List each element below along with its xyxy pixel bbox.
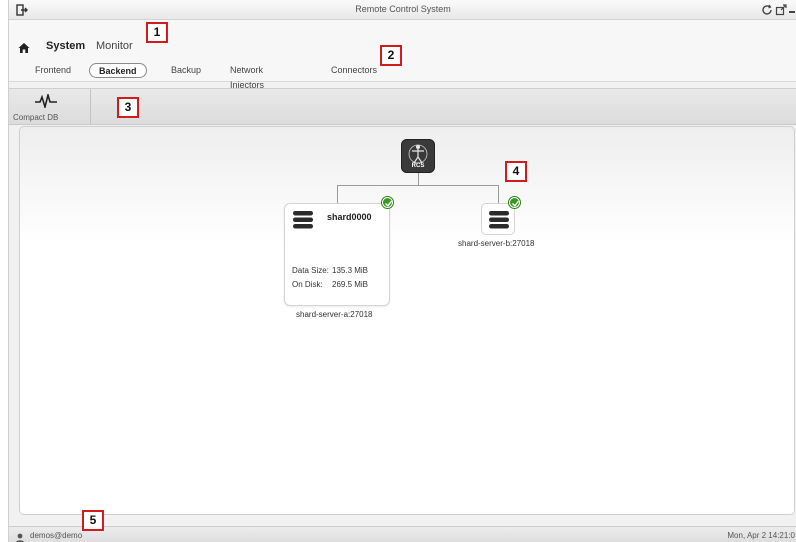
nav-system[interactable]: System	[46, 40, 85, 52]
connector-line	[498, 185, 499, 203]
window-title: Remote Control System	[355, 4, 451, 14]
user-icon	[15, 530, 25, 542]
tab-network-injectors[interactable]: Network Injectors	[230, 63, 264, 90]
on-disk-row: On Disk: 269.5 MiB	[292, 280, 368, 289]
connector-line	[337, 185, 499, 186]
callout-2: 2	[380, 45, 402, 66]
tab-backend[interactable]: Backend	[89, 63, 147, 78]
connector-line	[337, 185, 338, 203]
on-disk-value: 269.5 MiB	[332, 280, 369, 289]
callout-1: 1	[146, 22, 168, 43]
connector-line	[418, 173, 419, 185]
compact-db-button[interactable]: Compact DB	[9, 89, 91, 124]
refresh-icon[interactable]	[761, 3, 773, 21]
pulse-icon	[35, 91, 57, 111]
data-size-row: Data Size: 135.3 MiB	[292, 266, 368, 275]
database-icon	[293, 211, 313, 229]
shard-server-a-label: shard-server-a:27018	[296, 310, 373, 319]
data-size-label: Data Size:	[292, 266, 329, 275]
rcs-logo-text: RCS	[411, 163, 425, 169]
rcs-logo-icon[interactable]: RCS	[401, 139, 435, 173]
compact-db-label: Compact DB	[13, 113, 59, 122]
shard-server-b-label: shard-server-b:27018	[458, 239, 535, 248]
callout-5: 5	[82, 510, 104, 531]
popout-icon[interactable]	[775, 3, 787, 21]
window-controls	[757, 2, 796, 18]
status-ok-icon	[509, 197, 520, 208]
topology-panel: RCS shard0000 Data Size: 135.3 MiB On Dis…	[19, 126, 795, 515]
minimize-icon[interactable]	[789, 11, 795, 13]
status-ok-icon	[382, 197, 393, 208]
server-b-card[interactable]	[481, 203, 515, 235]
title-bar: Remote Control System	[9, 0, 796, 20]
tab-frontend[interactable]: Frontend	[35, 63, 71, 78]
data-size-value: 135.3 MiB	[332, 266, 369, 275]
callout-4: 4	[505, 161, 527, 182]
database-icon	[489, 211, 509, 229]
on-disk-label: On Disk:	[292, 280, 323, 289]
tab-connectors[interactable]: Connectors	[331, 63, 377, 78]
current-user: demos@demo	[30, 531, 83, 540]
main-nav: System Monitor Frontend Backend Backup N…	[9, 20, 796, 90]
shard-card[interactable]: shard0000 Data Size: 135.3 MiB On Disk: 26…	[284, 203, 390, 306]
tab-backup[interactable]: Backup	[171, 63, 201, 78]
shard-name: shard0000	[327, 212, 372, 222]
clock: Mon, Apr 2 14:21:0	[727, 531, 795, 540]
nav-monitor[interactable]: Monitor	[96, 40, 133, 52]
home-icon[interactable]	[18, 41, 30, 53]
callout-3: 3	[117, 97, 139, 118]
status-bar: demos@demo Mon, Apr 2 14:21:0	[9, 526, 796, 542]
app-window: Remote Control System System Monitor Fro…	[8, 0, 796, 542]
